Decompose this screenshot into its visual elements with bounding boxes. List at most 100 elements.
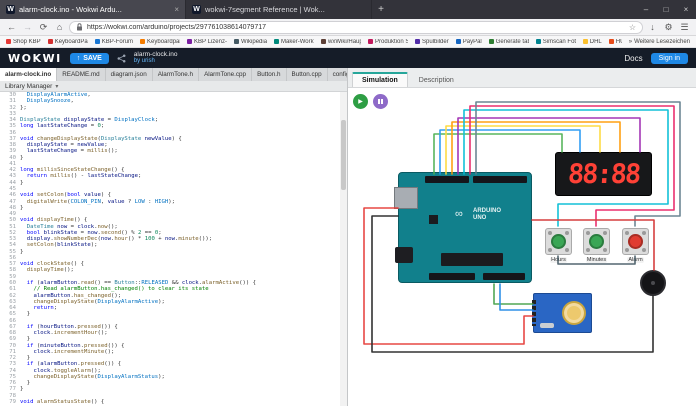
wokwi-favicon: W <box>192 5 201 14</box>
bookmark-star-icon[interactable]: ☆ <box>629 23 636 32</box>
save-button[interactable]: ↑ SAVE <box>69 52 109 64</box>
minimize-button[interactable]: – <box>636 0 656 19</box>
docs-link[interactable]: Docs <box>624 54 642 63</box>
sim-canvas[interactable]: ▶ ∞ ARDUINO UNO 88:88 Hours Minutes Alar… <box>348 88 696 406</box>
file-tab[interactable]: AlarmTone.h <box>153 68 200 81</box>
project-author-link[interactable]: by urish <box>134 58 178 65</box>
file-tab[interactable]: Button.h <box>252 68 287 81</box>
file-tab-bar: alarm-clock.ino README.md diagram.json Alar… <box>0 68 347 81</box>
other-bookmarks-button[interactable]: » Weitere Lesezeichen <box>629 39 690 45</box>
new-tab-button[interactable]: + <box>372 0 390 19</box>
lock-icon <box>77 23 82 31</box>
code-editor[interactable]: 30 31 32 33 34 35 36 37 38 39 40 41 42 43 44 45 46 47 48 49… <box>0 92 347 406</box>
file-tab[interactable]: config.h <box>328 68 347 81</box>
bookmark-favicon <box>274 39 280 44</box>
bookmark-item[interactable]: Simscan Fotolambach <box>535 39 576 45</box>
editor-code[interactable]: DisplayAlarmActive, DisplaySnooze,}; Disp… <box>20 92 347 406</box>
bookmark-label: Keyboardpartner Shop <box>147 38 180 45</box>
bookmark-label: Generate tables in Ma... <box>495 38 529 45</box>
pushbutton[interactable]: Minutes <box>583 228 610 263</box>
bookmark-item[interactable]: HUZ <box>608 38 622 45</box>
browser-tab[interactable]: Walarm-clock.ino - Wokwi Ardu... × <box>0 0 186 19</box>
bookmark-favicon <box>187 39 193 44</box>
bookmark-item[interactable]: Keyboardpartner Shop <box>140 39 180 45</box>
rtc-module[interactable] <box>532 293 592 333</box>
pushbutton-cap[interactable] <box>628 234 643 249</box>
tab-description[interactable]: Description <box>410 74 463 87</box>
bookmark-item[interactable]: wxWiki/Hauptplatinen <box>321 39 361 45</box>
pin-header[interactable] <box>473 176 527 183</box>
back-icon[interactable]: ← <box>5 22 18 32</box>
mcu-chip <box>441 253 503 266</box>
pushbutton-cap[interactable] <box>589 234 604 249</box>
pushbutton-body <box>545 228 572 255</box>
pushbutton-pin <box>565 231 569 235</box>
home-icon[interactable]: ⌂ <box>53 22 66 32</box>
bookmark-item[interactable]: Wikipedia <box>234 39 267 45</box>
file-tab[interactable]: AlarmTone.cpp <box>199 68 253 81</box>
extensions-icon[interactable]: ⚙ <box>662 22 675 33</box>
wire[interactable] <box>499 283 534 311</box>
play-button[interactable]: ▶ <box>353 94 368 109</box>
pushbutton-pin <box>565 248 569 252</box>
window-controls: – □ × <box>636 0 696 19</box>
wire[interactable] <box>433 133 563 175</box>
maximize-button[interactable]: □ <box>656 0 676 19</box>
pushbutton-pin <box>603 248 607 252</box>
wokwi-favicon: W <box>6 5 15 14</box>
pushbutton-pin <box>642 231 646 235</box>
bookmark-item[interactable]: KBP-Forum <box>94 39 133 45</box>
buzzer[interactable] <box>640 270 666 296</box>
bookmark-favicon <box>535 39 541 44</box>
bookmark-favicon <box>234 39 240 44</box>
seven-segment-display[interactable]: 88:88 <box>555 152 652 196</box>
editor-scrollbar-thumb[interactable] <box>341 120 346 190</box>
pin-header[interactable] <box>425 176 469 183</box>
file-tab[interactable]: diagram.json <box>106 68 153 81</box>
pushbutton[interactable]: Alarm <box>622 228 649 263</box>
arduino-uno-board[interactable]: ∞ ARDUINO UNO <box>394 172 532 283</box>
bookmark-item[interactable]: DHL <box>582 39 602 45</box>
bookmark-label: HUZ <box>615 38 622 45</box>
wokwi-logo[interactable]: WOKWI <box>8 52 62 65</box>
bookmark-label: wxWiki/Hauptplatinen <box>328 38 361 45</box>
pause-button[interactable] <box>373 94 388 109</box>
bookmark-favicon <box>455 39 461 44</box>
bookmark-item[interactable]: KeyboardPartner Vids <box>47 38 88 45</box>
bookmark-label: KeyboardPartner Vids <box>54 38 88 45</box>
bookmark-item[interactable]: Spulbilder <box>415 39 449 45</box>
pushbutton-cap[interactable] <box>551 234 566 249</box>
editor-scrollbar[interactable] <box>340 92 347 406</box>
sign-in-button[interactable]: Sign in <box>650 52 688 64</box>
refresh-icon[interactable]: ⟳ <box>37 22 50 33</box>
pin-header[interactable] <box>429 273 475 280</box>
menu-icon[interactable]: ☰ <box>678 22 691 33</box>
file-tab[interactable]: Button.cpp <box>287 68 328 81</box>
share-icon[interactable] <box>117 54 126 63</box>
browser-tab[interactable]: Wwokwi-7segment Reference | Wok... <box>186 0 372 19</box>
bookmark-item[interactable]: Produktion Slider <box>368 39 408 45</box>
file-tab[interactable]: alarm-clock.ino <box>0 68 58 81</box>
bookmark-item[interactable]: KBP Lizenz-Manager <box>187 39 227 45</box>
pushbutton[interactable]: Hours <box>545 228 572 263</box>
board-name: ARDUINO UNO <box>473 208 501 222</box>
project-meta: alarm-clock.ino by urish <box>134 51 178 65</box>
close-window-button[interactable]: × <box>676 0 696 19</box>
download-icon[interactable]: ↓ <box>646 22 659 32</box>
forward-icon[interactable]: → <box>21 22 34 32</box>
library-manager-button[interactable]: Library Manager ▾ <box>0 81 347 92</box>
tab-close-icon[interactable]: × <box>174 5 179 14</box>
bookmark-item[interactable]: Generate tables in Ma... <box>488 38 529 45</box>
bookmark-item[interactable]: Shop KBP <box>6 39 41 45</box>
pushbutton-body <box>622 228 649 255</box>
bookmark-item[interactable]: Maker-Workflow - Con... <box>274 39 314 45</box>
bookmark-item[interactable]: PayPal <box>455 39 482 45</box>
file-tab[interactable]: README.md <box>57 68 106 81</box>
tab-simulation[interactable]: Simulation <box>352 72 408 87</box>
bookmark-favicon <box>368 39 374 44</box>
bookmark-favicon <box>140 39 146 44</box>
pin-header[interactable] <box>483 273 525 280</box>
wire[interactable] <box>493 283 534 305</box>
chevron-double-icon: » <box>628 38 633 45</box>
url-bar[interactable]: https://wokwi.com/arduino/projects/29776… <box>69 20 643 34</box>
